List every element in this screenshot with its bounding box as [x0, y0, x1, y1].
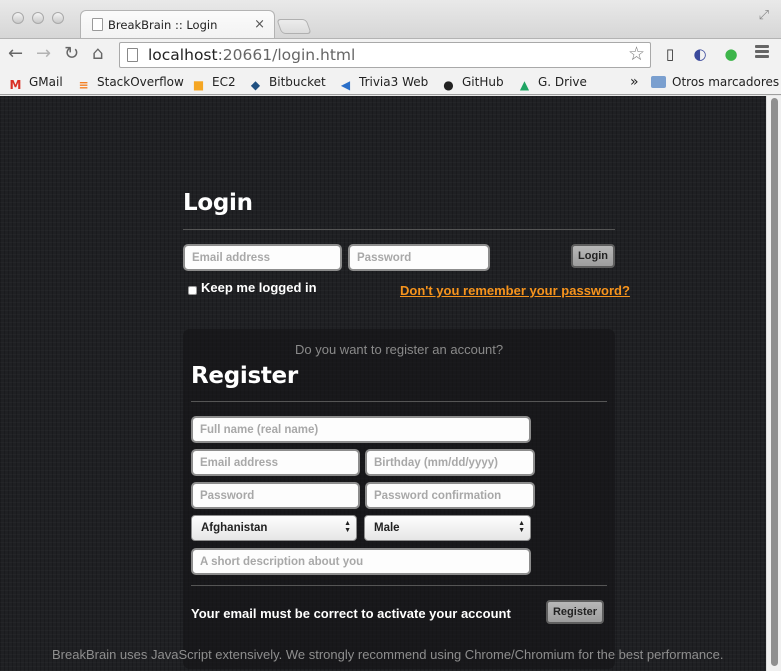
country-select[interactable]: Afghanistan ▲ ▼: [191, 515, 357, 541]
birthday-input[interactable]: [365, 449, 535, 476]
bookmark-gdrive[interactable]: ▲ G. Drive: [517, 73, 587, 93]
gdrive-icon: ▲: [519, 78, 530, 92]
extension-phone-icon[interactable]: ▯: [661, 44, 679, 64]
address-bar[interactable]: localhost:20661/login.html ☆: [119, 42, 651, 68]
password-confirmation-input[interactable]: [365, 482, 535, 509]
bookmark-gmail[interactable]: M GMail: [8, 73, 63, 93]
register-question: Do you want to register an account?: [295, 342, 504, 357]
bookmarks-bar: M GMail ≡ StackOverflow ■ EC2 ◆ Bitbucket ◀ T…: [0, 70, 781, 95]
login-heading: Login: [183, 190, 253, 216]
bookmark-ec2[interactable]: ■ EC2: [191, 73, 236, 93]
page-icon: [127, 48, 138, 62]
register-email-input[interactable]: [191, 449, 360, 476]
page-viewport: Login Login Keep me logged in Don't you …: [0, 96, 781, 671]
bitbucket-icon: ◆: [250, 78, 261, 92]
login-divider: [183, 229, 615, 230]
bookmark-bitbucket[interactable]: ◆ Bitbucket: [248, 73, 326, 93]
javascript-notice: BreakBrain uses JavaScript extensively. …: [52, 647, 724, 662]
browser-toolbar: ← → ↻ ⌂ localhost:20661/login.html ☆ ▯ ◐…: [0, 38, 781, 70]
stackoverflow-icon: ≡: [78, 78, 89, 92]
register-divider: [191, 401, 607, 402]
other-bookmarks-folder[interactable]: Otros marcadores: [651, 73, 779, 91]
forward-arrow-icon[interactable]: →: [36, 43, 51, 65]
select-arrows-icon: ▲ ▼: [344, 520, 351, 534]
email-notice: Your email must be correct to activate y…: [191, 606, 511, 621]
fullscreen-icon[interactable]: ⤢: [759, 8, 769, 23]
bookmark-stackoverflow[interactable]: ≡ StackOverflow: [76, 73, 183, 93]
keep-logged-checkbox[interactable]: [188, 286, 197, 295]
login-email-input[interactable]: [183, 244, 342, 271]
register-bottom-divider: [191, 585, 607, 586]
bookmarks-overflow-button[interactable]: »: [630, 73, 639, 91]
register-button[interactable]: Register: [546, 600, 604, 624]
trivia-icon: ◀: [340, 78, 351, 92]
login-password-input[interactable]: [348, 244, 490, 271]
page-scrollbar[interactable]: [766, 96, 781, 671]
bookmark-star-icon[interactable]: ☆: [628, 43, 645, 65]
register-password-input[interactable]: [191, 482, 360, 509]
home-icon[interactable]: ⌂: [92, 43, 103, 65]
chrome-menu-icon[interactable]: [755, 45, 769, 60]
aws-icon: ■: [192, 78, 205, 92]
browser-tab-active[interactable]: BreakBrain :: Login ×: [80, 10, 275, 39]
page-favicon-icon: [92, 18, 103, 31]
country-select-value: Afghanistan: [201, 522, 268, 534]
window-minimize-button[interactable]: [32, 12, 44, 24]
tab-close-icon[interactable]: ×: [254, 17, 265, 32]
register-heading: Register: [191, 363, 298, 389]
fullname-input[interactable]: [191, 416, 531, 443]
new-tab-button[interactable]: [276, 19, 312, 34]
select-arrows-icon: ▲ ▼: [518, 520, 525, 534]
description-input[interactable]: [191, 548, 531, 575]
forgot-password-link[interactable]: Don't you remember your password?: [400, 283, 630, 298]
keep-logged-label: Keep me logged in: [201, 280, 317, 295]
reload-icon[interactable]: ↻: [64, 43, 79, 65]
gender-select-value: Male: [374, 522, 400, 534]
gender-select[interactable]: Male ▲ ▼: [364, 515, 531, 541]
extension-speedometer-icon[interactable]: ◐: [691, 44, 709, 64]
bookmark-github[interactable]: ● GitHub: [441, 73, 503, 93]
back-arrow-icon[interactable]: ←: [8, 43, 23, 65]
login-button[interactable]: Login: [571, 244, 615, 268]
browser-tab-bar: BreakBrain :: Login × ⤢: [0, 0, 781, 39]
tab-title: BreakBrain :: Login: [108, 18, 218, 32]
extension-hangouts-icon[interactable]: ●: [722, 44, 740, 64]
scrollbar-thumb[interactable]: [771, 98, 778, 666]
folder-icon: [651, 76, 666, 88]
bookmark-trivia3[interactable]: ◀ Trivia3 Web: [338, 73, 428, 93]
gmail-icon: M: [9, 78, 22, 92]
window-close-button[interactable]: [12, 12, 24, 24]
window-zoom-button[interactable]: [52, 12, 64, 24]
url-text: localhost:20661/login.html: [148, 46, 356, 64]
github-icon: ●: [443, 78, 454, 92]
